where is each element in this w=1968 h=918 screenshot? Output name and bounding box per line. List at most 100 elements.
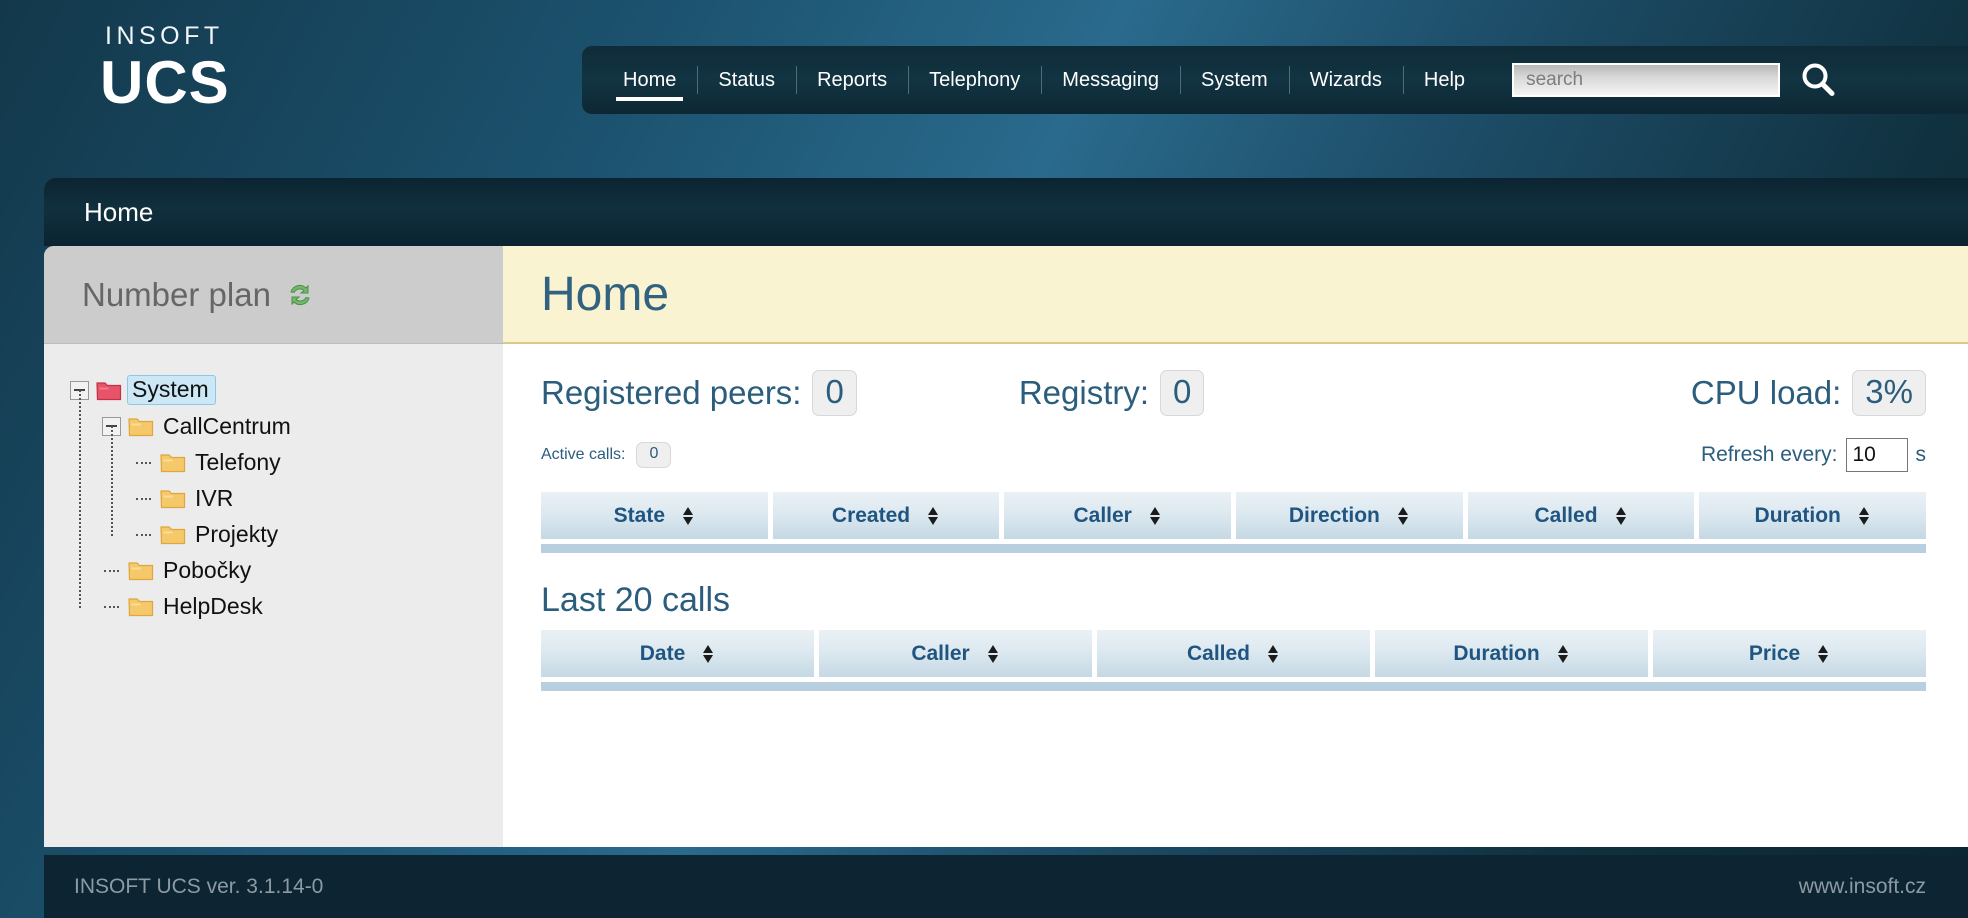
footer-website-link[interactable]: www.insoft.cz (1799, 875, 1926, 899)
tree-node-label: HelpDesk (163, 592, 263, 619)
folder-yellow-icon (160, 452, 186, 473)
logo-main-text: UCS (100, 49, 230, 116)
sort-arrows-icon[interactable] (681, 506, 695, 526)
search-icon[interactable] (1796, 58, 1840, 102)
sidebar: Number plan System CallCentrum Telefony IVR… (44, 246, 503, 847)
tree-node-label: Pobočky (163, 556, 252, 583)
main-navbar: Home Status Reports Telephony Messaging Syste… (582, 46, 1968, 114)
stat-registered-peers-value: 0 (812, 370, 857, 416)
refresh-icon[interactable] (285, 280, 315, 310)
column-header-duration[interactable]: Duration (1375, 630, 1648, 677)
nav-item-telephony[interactable]: Telephony (908, 46, 1041, 114)
tree-node-label: IVR (195, 484, 234, 511)
column-header-label: Called (1186, 641, 1251, 665)
sort-arrows-icon[interactable] (1266, 644, 1280, 664)
folder-yellow-icon (128, 416, 154, 437)
main-content: Home Registered peers: 0 Registry: 0 CPU… (503, 246, 1968, 847)
column-header-caller[interactable]: Caller (819, 630, 1092, 677)
column-header-label: Duration (1754, 503, 1841, 527)
app-footer: INSOFT UCS ver. 3.1.14-0 www.insoft.cz (44, 855, 1968, 918)
page-title-banner: Home (503, 246, 1968, 344)
page-title: Home (541, 267, 670, 321)
column-header-date[interactable]: Date (541, 630, 814, 677)
tree-connector-line (134, 525, 153, 544)
search-input[interactable] (1512, 63, 1781, 97)
stat-registered-peers: Registered peers: 0 (541, 370, 857, 416)
column-header-label: Price (1748, 641, 1801, 665)
column-header-label: Direction (1288, 503, 1380, 527)
sort-arrows-icon[interactable] (1857, 506, 1871, 526)
last-calls-table-underline (541, 682, 1926, 691)
tree-node-helpdesk[interactable]: HelpDesk (70, 588, 503, 624)
column-header-label: Date (639, 641, 686, 665)
stat-active-calls-label: Active calls: (541, 446, 626, 463)
tree-connector-line (102, 597, 121, 616)
tree-node-pobo-ky[interactable]: Pobočky (70, 552, 503, 588)
tree-node-label: Telefony (195, 448, 281, 475)
refresh-control: Refresh every: s (1701, 438, 1926, 472)
tree-node-ivr[interactable]: IVR (70, 480, 503, 516)
folder-yellow-icon (128, 596, 154, 617)
column-header-label: Caller (1073, 503, 1132, 527)
active-calls-table-underline (541, 544, 1926, 553)
column-header-caller[interactable]: Caller (1004, 492, 1232, 539)
sort-arrows-icon[interactable] (1614, 506, 1628, 526)
sort-arrows-icon[interactable] (1816, 644, 1830, 664)
column-header-called[interactable]: Called (1467, 492, 1695, 539)
tree-connector-line (134, 453, 153, 472)
sort-arrows-icon[interactable] (1148, 506, 1162, 526)
stat-cpu-load: CPU load: 3% (1691, 370, 1926, 416)
sidebar-title: Number plan (82, 275, 271, 313)
last-calls-table: Date Caller Called Duration Price (541, 630, 1926, 691)
stat-registered-peers-label: Registered peers: (541, 374, 802, 411)
column-header-price[interactable]: Price (1653, 630, 1926, 677)
tree-node-projekty[interactable]: Projekty (70, 516, 503, 552)
tree-node-label: Projekty (195, 520, 279, 547)
stat-registry: Registry: 0 (1019, 370, 1205, 416)
column-header-direction[interactable]: Direction (1236, 492, 1463, 539)
tree-connector-line (134, 489, 153, 508)
folder-yellow-icon (160, 488, 186, 509)
column-header-label: Duration (1453, 641, 1540, 665)
folder-yellow-icon (160, 524, 186, 545)
column-header-label: Caller (911, 641, 970, 665)
nav-item-status[interactable]: Status (697, 46, 796, 114)
tree-node-system[interactable]: System (70, 372, 503, 408)
refresh-unit-label: s (1915, 443, 1927, 466)
tree-vline (111, 426, 113, 536)
tree-connector-line (102, 561, 121, 580)
logo-top-text: INSOFT (105, 22, 224, 50)
tree-node-callcentrum[interactable]: CallCentrum (70, 408, 503, 444)
logo: INSOFT UCS (100, 22, 230, 116)
refresh-interval-input[interactable] (1845, 438, 1908, 472)
column-header-state[interactable]: State (541, 492, 768, 539)
sidebar-header: Number plan (44, 246, 503, 344)
column-header-created[interactable]: Created (772, 492, 1000, 539)
search-area (1512, 58, 1840, 102)
number-plan-tree: System CallCentrum Telefony IVR Projekty Pobo… (44, 344, 503, 624)
content-inner: Registered peers: 0 Registry: 0 CPU load… (503, 344, 1968, 847)
nav-item-wizards[interactable]: Wizards (1288, 46, 1403, 114)
tree-node-telefony[interactable]: Telefony (70, 444, 503, 480)
column-header-duration[interactable]: Duration (1699, 492, 1927, 539)
footer-version: INSOFT UCS ver. 3.1.14-0 (74, 874, 324, 898)
nav-item-system[interactable]: System (1180, 46, 1289, 114)
refresh-label: Refresh every: (1700, 443, 1838, 466)
nav-item-list: Home Status Reports Telephony Messaging Syste… (602, 46, 1486, 114)
sort-arrows-icon[interactable] (701, 644, 715, 664)
column-header-called[interactable]: Called (1097, 630, 1370, 677)
sort-arrows-icon[interactable] (926, 506, 940, 526)
sort-arrows-icon[interactable] (986, 644, 1000, 664)
sort-arrows-icon[interactable] (1396, 506, 1410, 526)
stats-row-secondary: Active calls: 0 Refresh every: s (541, 424, 1926, 486)
nav-item-home[interactable]: Home (602, 46, 697, 114)
sort-arrows-icon[interactable] (1556, 644, 1570, 664)
nav-item-reports[interactable]: Reports (796, 46, 908, 114)
nav-item-help[interactable]: Help (1402, 46, 1486, 114)
nav-item-messaging[interactable]: Messaging (1041, 46, 1180, 114)
stat-active-calls-value: 0 (636, 442, 672, 468)
breadcrumb-item-home[interactable]: Home (84, 197, 153, 228)
column-header-label: Called (1534, 503, 1598, 527)
last-calls-table-header: Date Caller Called Duration Price (541, 630, 1926, 677)
last-calls-title: Last 20 calls (541, 581, 730, 619)
